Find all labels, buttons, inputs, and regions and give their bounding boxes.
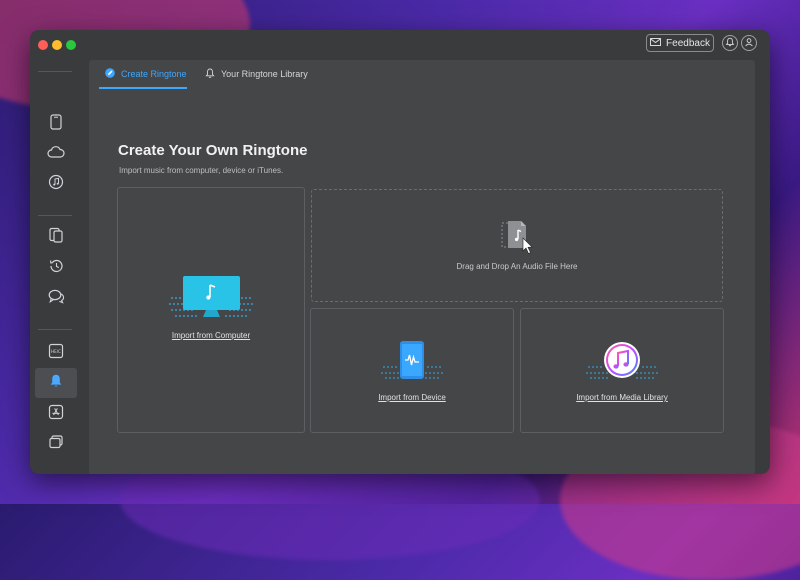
import-from-computer-link[interactable]: Import from Computer <box>118 331 304 340</box>
sidebar-divider <box>38 329 72 330</box>
bell-icon <box>725 34 735 52</box>
sidebar: HEIC <box>30 60 86 474</box>
sidebar-divider <box>38 215 72 216</box>
layers-icon <box>48 434 64 455</box>
app-store-icon <box>48 404 64 425</box>
sidebar-item-messages[interactable] <box>35 284 77 314</box>
feedback-button[interactable]: Feedback <box>646 34 714 52</box>
main-panel: Create Ringtone Your Ringtone Library Cr… <box>89 60 755 474</box>
tab-label: Create Ringtone <box>121 69 187 79</box>
cloud-icon <box>47 145 65 164</box>
import-from-device-card[interactable]: Import from Device <box>310 308 514 433</box>
page-title: Create Your Own Ringtone <box>118 142 308 159</box>
sidebar-item-layers[interactable] <box>35 429 77 459</box>
history-icon <box>48 258 64 279</box>
transfer-icon <box>48 227 64 248</box>
import-from-computer-card[interactable]: Import from Computer <box>117 187 305 433</box>
phone-waveform-icon <box>380 341 444 386</box>
close-window-button[interactable] <box>38 40 48 50</box>
sidebar-item-app-store[interactable] <box>35 399 77 429</box>
notifications-button[interactable] <box>722 35 738 51</box>
tab-label: Your Ringtone Library <box>221 69 308 79</box>
sidebar-item-ringtone[interactable] <box>35 368 77 398</box>
bell-icon <box>205 68 215 81</box>
tab-create-ringtone[interactable]: Create Ringtone <box>105 60 187 88</box>
sidebar-item-heic-converter[interactable]: HEIC <box>35 338 77 368</box>
svg-text:HEIC: HEIC <box>51 349 61 354</box>
active-tab-indicator <box>99 87 187 89</box>
import-from-device-link[interactable]: Import from Device <box>311 393 513 402</box>
messages-icon <box>48 289 65 309</box>
title-bar: Feedback <box>30 30 770 60</box>
device-icon <box>49 113 63 135</box>
minimize-window-button[interactable] <box>52 40 62 50</box>
audio-drop-zone[interactable]: Drag and Drop An Audio File Here <box>311 189 723 302</box>
account-button[interactable] <box>741 35 757 51</box>
audio-file-drag-icon <box>501 220 535 261</box>
feedback-label: Feedback <box>666 37 710 49</box>
user-icon <box>744 34 754 52</box>
music-icon <box>48 174 64 195</box>
sidebar-item-cloud[interactable] <box>35 139 77 169</box>
pencil-circle-icon <box>105 68 115 80</box>
heic-converter-icon: HEIC <box>48 343 64 364</box>
zoom-window-button[interactable] <box>66 40 76 50</box>
import-from-media-library-card[interactable]: Import from Media Library <box>520 308 724 433</box>
import-from-media-library-link[interactable]: Import from Media Library <box>521 393 723 402</box>
ringtone-bell-icon <box>48 373 64 394</box>
page-subtitle: Import music from computer, device or iT… <box>119 166 284 175</box>
sidebar-item-device[interactable] <box>35 109 77 139</box>
sidebar-item-history[interactable] <box>35 253 77 283</box>
drop-zone-label: Drag and Drop An Audio File Here <box>456 262 578 271</box>
itunes-icon <box>585 341 659 386</box>
monitor-music-icon <box>168 276 254 325</box>
envelope-icon <box>650 37 662 49</box>
app-window: Feedback HEIC Create Ringtone Your Ringt… <box>30 30 770 474</box>
sidebar-item-transfer[interactable] <box>35 222 77 252</box>
sidebar-item-music[interactable] <box>35 169 77 199</box>
tab-ringtone-library[interactable]: Your Ringtone Library <box>205 60 308 88</box>
sidebar-divider <box>38 71 72 72</box>
